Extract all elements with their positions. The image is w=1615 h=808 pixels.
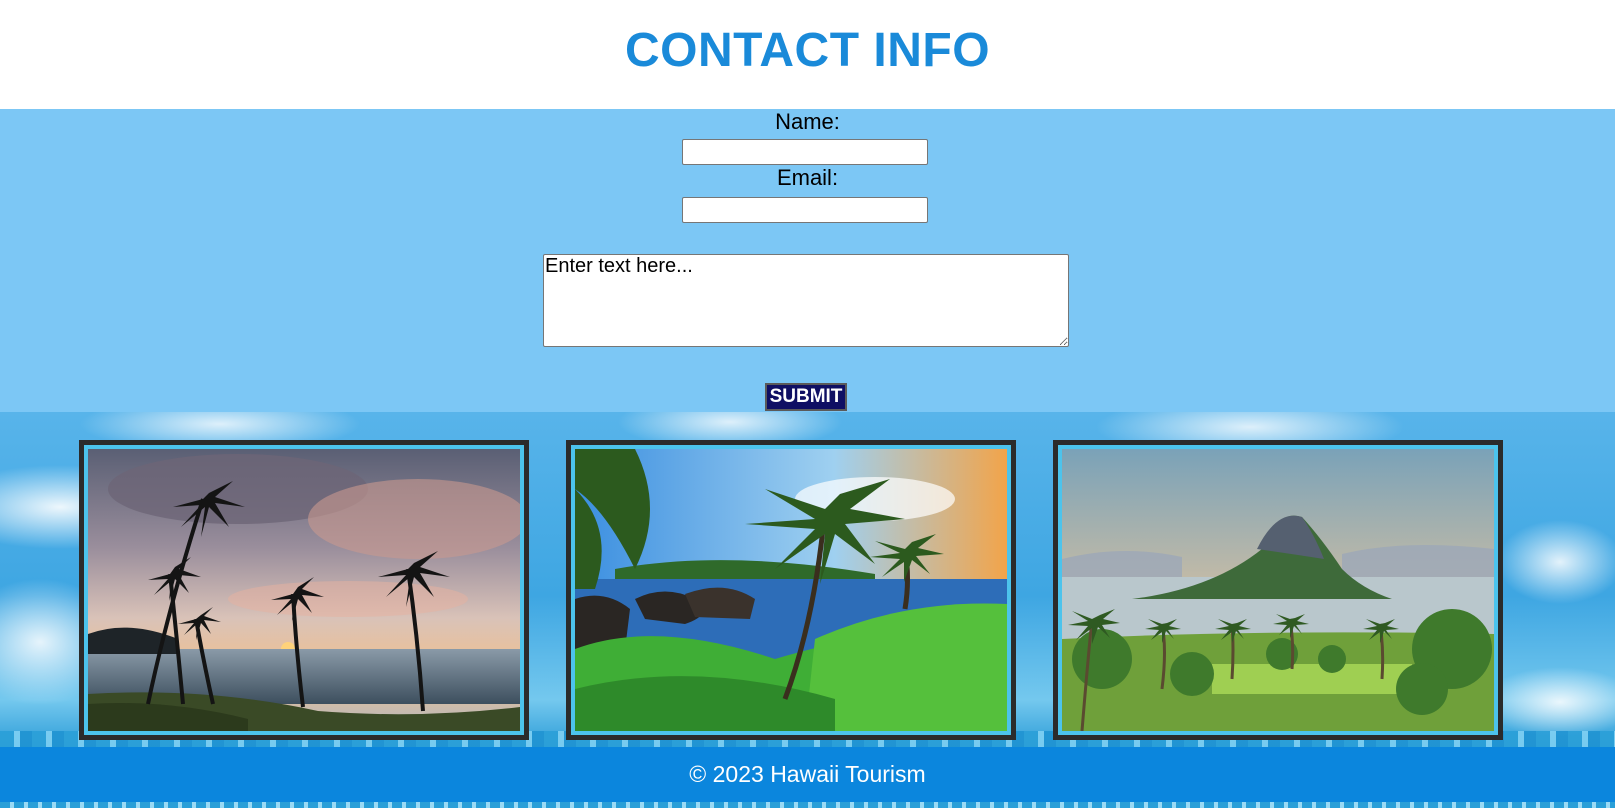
- page: CONTACT INFO Name: Email: SUBMIT: [0, 0, 1615, 808]
- submit-button[interactable]: SUBMIT: [765, 383, 847, 411]
- sunset-beach-image: [88, 449, 520, 731]
- copyright-text: © 2023 Hawaii Tourism: [689, 761, 926, 787]
- message-textarea[interactable]: [543, 254, 1069, 347]
- email-label: Email:: [776, 165, 839, 190]
- email-field[interactable]: [682, 197, 928, 223]
- gallery-photo-lagoon: [566, 440, 1016, 740]
- page-header: CONTACT INFO: [0, 0, 1615, 109]
- gallery-photo-island: [1053, 440, 1503, 740]
- contact-form: Name: Email: SUBMIT: [0, 109, 1615, 412]
- page-footer: © 2023 Hawaii Tourism: [0, 747, 1615, 802]
- bottom-ocean-strip: [0, 802, 1615, 808]
- island-peak-image: [1062, 449, 1494, 731]
- tropical-lagoon-image: [575, 449, 1007, 731]
- gallery-photo-sunset: [79, 440, 529, 740]
- name-label: Name:: [775, 109, 840, 134]
- page-title: CONTACT INFO: [624, 24, 991, 77]
- name-field[interactable]: [682, 139, 928, 165]
- photo-gallery: [0, 412, 1615, 747]
